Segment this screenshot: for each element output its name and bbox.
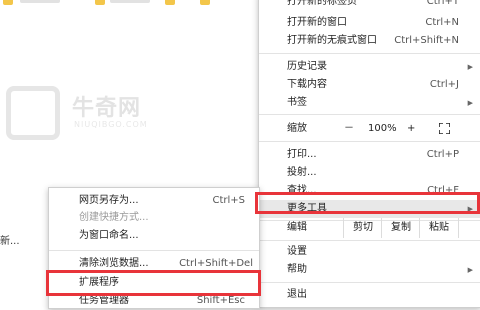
menu-item-shortcut: Ctrl+J: [429, 79, 459, 90]
submenu-item-name-window[interactable]: 为窗口命名...: [49, 227, 259, 245]
cut-button[interactable]: 剪切: [343, 218, 382, 238]
menu-separator: [259, 53, 480, 54]
watermark-logo-icon: [6, 86, 60, 140]
zoom-label: 缩放: [287, 123, 307, 134]
bookmark-label: [110, 0, 150, 3]
submenu-arrow-icon: ▶: [467, 63, 473, 71]
menu-item-history[interactable]: 历史记录 ▶: [259, 58, 480, 76]
zoom-level: 100%: [368, 123, 397, 134]
highlight-box-more-tools: [255, 192, 480, 214]
watermark-name: 牛奇网: [72, 96, 142, 121]
highlight-box-extensions: [46, 270, 261, 296]
menu-item-shortcut: Ctrl+Shift+N: [394, 35, 459, 46]
menu-item-label: 打开新的无痕式窗口: [287, 35, 377, 46]
submenu-item-create-shortcut: 创建快捷方式...: [49, 209, 259, 227]
watermark-sub: NIUQIBGO.COM: [74, 120, 148, 129]
zoom-row: 缩放 － 100% +: [259, 119, 480, 139]
menu-item-label: 打开新的标签页: [287, 0, 357, 7]
menu-item-label: 历史记录: [287, 61, 327, 72]
menu-item-shortcut: Ctrl+P: [426, 149, 459, 160]
menu-separator: [259, 141, 480, 142]
submenu-arrow-icon: ▶: [467, 99, 473, 107]
bookmark-folder-icon: [165, 0, 175, 5]
menu-separator: [259, 240, 480, 241]
menu-item-label: 打开新的窗口: [287, 17, 347, 28]
menu-item-label: 设置: [287, 246, 307, 257]
submenu-item-shortcut: Ctrl+S: [212, 195, 245, 206]
menu-item-label: 退出: [287, 289, 307, 300]
fullscreen-icon[interactable]: [438, 122, 451, 135]
menu-item-shortcut: Ctrl+N: [425, 17, 459, 28]
menu-item-help[interactable]: 帮助 ▶: [259, 261, 480, 279]
menu-item-new-tab-partial[interactable]: 打开新的标签页 Ctrl+T: [259, 0, 480, 11]
menu-item-label: 书签: [287, 97, 307, 108]
bookmark-folder-icon: [3, 0, 13, 5]
bookmark-label: [20, 0, 60, 3]
submenu-arrow-icon: ▶: [467, 266, 473, 274]
menu-item-settings[interactable]: 设置: [259, 243, 480, 261]
submenu-separator: [49, 250, 259, 251]
menu-item-label: 帮助: [287, 264, 307, 275]
zoom-in-button[interactable]: +: [407, 119, 415, 139]
bookmark-folder-icon: [95, 0, 105, 5]
edit-label: 编辑: [287, 222, 307, 233]
bookmark-folder-icon: [200, 0, 210, 5]
menu-item-new-incognito-window[interactable]: 打开新的无痕式窗口 Ctrl+Shift+N: [259, 32, 480, 50]
menu-item-print[interactable]: 打印... Ctrl+P: [259, 146, 480, 164]
zoom-out-button[interactable]: －: [344, 119, 354, 139]
submenu-item-label: 网页另存为...: [79, 195, 139, 206]
menu-separator: [259, 114, 480, 115]
submenu-item-save-page[interactable]: 网页另存为... Ctrl+S: [49, 192, 259, 210]
submenu-item-label: 为窗口命名...: [79, 230, 139, 241]
menu-item-new-window[interactable]: 打开新的窗口 Ctrl+N: [259, 14, 480, 32]
menu-item-cast[interactable]: 投射...: [259, 164, 480, 182]
menu-item-exit[interactable]: 退出: [259, 286, 480, 304]
menu-separator: [259, 282, 480, 283]
menu-item-label: 下载内容: [287, 79, 327, 90]
main-menu: 打开新的标签页 Ctrl+T 打开新的窗口 Ctrl+N 打开新的无痕式窗口 C…: [258, 0, 480, 308]
menu-item-label: 打印...: [287, 149, 317, 160]
menu-item-shortcut: Ctrl+T: [426, 0, 459, 7]
background-text: 新...: [0, 236, 20, 247]
paste-button[interactable]: 粘贴: [419, 218, 459, 238]
menu-item-downloads[interactable]: 下载内容 Ctrl+J: [259, 76, 480, 94]
menu-item-bookmarks[interactable]: 书签 ▶: [259, 94, 480, 112]
edit-row: 编辑 剪切 复制 粘贴: [259, 218, 480, 238]
copy-button[interactable]: 复制: [381, 218, 420, 238]
submenu-item-label: 创建快捷方式...: [79, 212, 149, 223]
menu-item-label: 投射...: [287, 167, 317, 178]
